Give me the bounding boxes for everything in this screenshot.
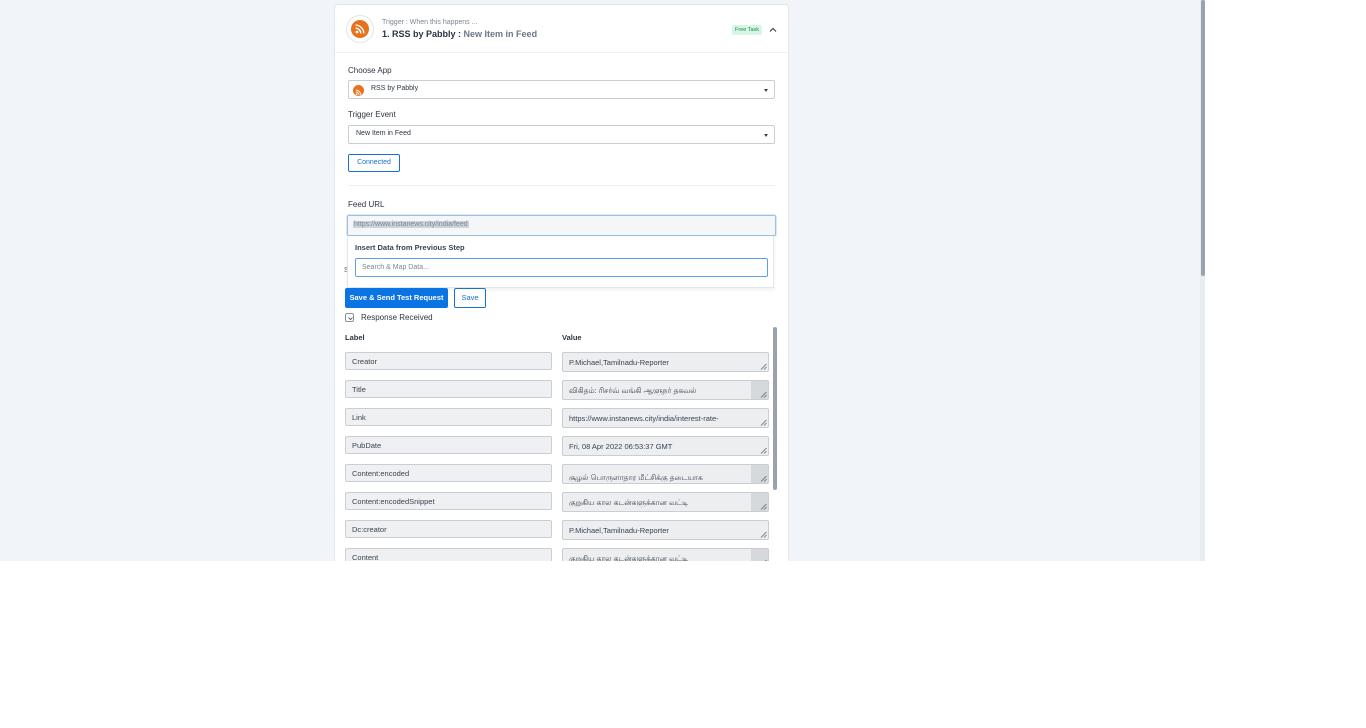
free-task-badge: Free Task	[732, 25, 763, 35]
resize-grip-icon[interactable]	[760, 559, 767, 561]
resize-grip-icon[interactable]	[760, 363, 767, 370]
step-app-name: 1. RSS by Pabbly :	[382, 29, 462, 39]
resize-grip-icon[interactable]	[760, 391, 767, 398]
response-row-label: Content:encodedSnippet	[345, 492, 552, 510]
chevron-down-icon	[348, 317, 353, 321]
resize-grip-icon[interactable]	[760, 503, 767, 510]
response-row-value[interactable]: P.Michael,Tamilnadu-Reporter	[562, 520, 769, 540]
response-row-value[interactable]: https://www.instanews.city/india/interes…	[562, 408, 769, 428]
trigger-event-value: New Item in Feed	[356, 130, 411, 137]
response-row-label: Dc:creator	[345, 520, 552, 538]
builder-canvas: Trigger : When this happens ... 1. RSS b…	[0, 0, 1205, 561]
response-row-value[interactable]: Fri, 08 Apr 2022 06:53:37 GMT	[562, 436, 769, 456]
save-button[interactable]: Save	[454, 288, 486, 308]
response-row-value-text: Fri, 08 Apr 2022 06:53:37 GMT	[569, 442, 673, 451]
response-row-value[interactable]: குறுகிய கால கடன்களுக்கான வட்டி	[562, 548, 769, 561]
trigger-step-card: Trigger : When this happens ... 1. RSS b…	[334, 4, 789, 561]
feed-url-label: Feed URL	[348, 200, 385, 209]
response-row-value[interactable]: சூழல் பொருளாதார மீட்சிக்கு தடையாக	[562, 464, 769, 484]
resize-grip-icon[interactable]	[760, 419, 767, 426]
label-column-header: Label	[345, 333, 365, 342]
map-data-title: Insert Data from Previous Step	[355, 243, 465, 252]
response-row-value-text: P.Michael,Tamilnadu-Reporter	[569, 358, 669, 367]
choose-app-value: RSS by Pabbly	[371, 85, 419, 92]
connected-button[interactable]: Connected	[348, 154, 400, 172]
choose-app-select[interactable]: RSS by Pabbly	[348, 80, 775, 99]
response-row-value[interactable]: P.Michael,Tamilnadu-Reporter	[562, 352, 769, 372]
feed-url-value: https://www.instanews.city/india/feed	[353, 221, 469, 228]
resize-grip-icon[interactable]	[760, 447, 767, 454]
response-row-label: Content	[345, 548, 552, 561]
rss-icon	[346, 15, 374, 43]
response-expand-toggle[interactable]	[345, 313, 354, 322]
caret-down-icon	[764, 89, 768, 92]
response-row-label: PubDate	[345, 436, 552, 454]
response-row-label: Content:encoded	[345, 464, 552, 482]
response-scrollbar[interactable]	[773, 327, 777, 490]
response-received-label: Response Received	[361, 313, 433, 322]
response-row-label: Title	[345, 380, 552, 398]
resize-grip-icon[interactable]	[760, 475, 767, 482]
map-data-search-placeholder: Search & Map Data...	[362, 264, 429, 271]
chevron-up-icon[interactable]	[768, 25, 778, 35]
trigger-caption: Trigger : When this happens ...	[382, 19, 478, 26]
page-scrollbar[interactable]	[1200, 0, 1205, 561]
trigger-event-label: Trigger Event	[348, 110, 396, 119]
response-row-value-text: P.Michael,Tamilnadu-Reporter	[569, 526, 669, 535]
trigger-event-select[interactable]: New Item in Feed	[348, 125, 775, 144]
choose-app-label: Choose App	[348, 66, 392, 75]
value-column-header: Value	[562, 333, 582, 342]
feed-url-input[interactable]: https://www.instanews.city/india/feed	[347, 215, 776, 236]
step-header[interactable]: Trigger : When this happens ... 1. RSS b…	[335, 5, 788, 53]
save-and-send-test-button[interactable]: Save & Send Test Request	[345, 288, 448, 308]
map-data-search-input[interactable]: Search & Map Data...	[355, 258, 768, 277]
response-row-value-text: சூழல் பொருளாதார மீட்சிக்கு தடையாக	[569, 473, 703, 482]
section-divider	[348, 185, 775, 186]
rss-icon	[353, 85, 364, 96]
response-row-value-text: விகிதம்: ரிசர்வ் வங்கி ஆளுநர் தகவல்	[569, 386, 697, 395]
caret-down-icon	[764, 134, 768, 137]
map-data-dropdown: Insert Data from Previous Step Search & …	[347, 236, 774, 288]
response-row-value-text: https://www.instanews.city/india/interes…	[569, 414, 719, 423]
step-event-name: New Item in Feed	[463, 29, 538, 39]
response-row-value[interactable]: குறுகிய கால கடன்களுக்கான வட்டி	[562, 492, 769, 512]
response-row-value-text: குறுகிய கால கடன்களுக்கான வட்டி	[569, 498, 689, 507]
step-title: 1. RSS by Pabbly : New Item in Feed	[382, 29, 537, 39]
response-row-value[interactable]: விகிதம்: ரிசர்வ் வங்கி ஆளுநர் தகவல்	[562, 380, 769, 400]
response-row-value-text: குறுகிய கால கடன்களுக்கான வட்டி	[569, 554, 689, 561]
response-row-label: Creator	[345, 352, 552, 370]
response-row-label: Link	[345, 408, 552, 426]
resize-grip-icon[interactable]	[760, 531, 767, 538]
